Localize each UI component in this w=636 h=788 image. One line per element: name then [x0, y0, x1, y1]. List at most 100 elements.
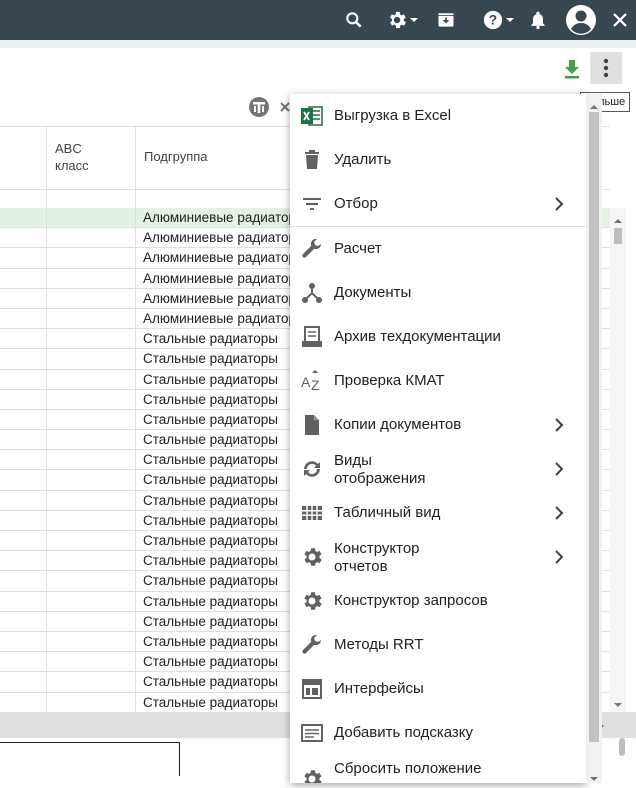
column-divider	[46, 450, 47, 470]
settings-menu-button[interactable]	[382, 8, 424, 32]
column-divider	[135, 288, 136, 308]
column-divider	[46, 692, 47, 712]
subgroup-cell: Стальные радиаторы	[143, 351, 279, 367]
menu-item-check-kmat[interactable]: AZ Проверка КМАТ	[290, 359, 586, 403]
gear-icon	[300, 545, 324, 569]
table-scrollbar[interactable]	[610, 208, 626, 712]
column-divider	[135, 228, 136, 248]
column-divider	[135, 349, 136, 369]
menu-item-reset-position[interactable]: Сбросить положение	[290, 755, 586, 783]
scroll-down-icon[interactable]	[590, 770, 598, 788]
column-header-abc[interactable]: ABC класс	[55, 140, 89, 174]
subgroup-cell: Стальные радиаторы	[143, 694, 279, 710]
more-vert-icon[interactable]	[590, 52, 622, 84]
menu-item-calculation[interactable]: Расчет	[290, 227, 586, 271]
view-cycle-icon	[300, 457, 324, 481]
subgroup-cell: Алюминиевые радиаторы	[143, 250, 306, 266]
column-divider	[46, 268, 47, 288]
detail-scrollbar[interactable]	[616, 736, 628, 776]
menu-item-rrt-methods[interactable]: Методы RRT	[290, 623, 586, 667]
top-app-bar: ?	[0, 0, 636, 40]
column-divider	[46, 248, 47, 268]
subgroup-cell: Алюминиевые радиаторы	[143, 230, 306, 246]
chevron-right-icon	[552, 547, 566, 567]
subgroup-cell: Стальные радиаторы	[143, 331, 279, 347]
column-divider	[135, 571, 136, 591]
column-divider	[46, 329, 47, 349]
gear-icon	[300, 767, 324, 783]
column-divider	[135, 510, 136, 530]
account-icon[interactable]	[564, 3, 598, 37]
column-divider	[135, 531, 136, 551]
column-divider	[46, 288, 47, 308]
menu-item-table-view[interactable]: Табличный вид	[290, 491, 586, 535]
column-divider	[135, 450, 136, 470]
chevron-right-icon	[552, 415, 566, 435]
column-divider	[135, 551, 136, 571]
hint-icon	[300, 721, 324, 745]
detail-field[interactable]	[0, 742, 180, 776]
chevron-right-icon	[552, 194, 566, 214]
filter-icon	[300, 192, 324, 216]
column-divider	[135, 490, 136, 510]
menu-scrollbar-thumb[interactable]	[589, 112, 599, 742]
subgroup-cell: Стальные радиаторы	[143, 371, 279, 387]
column-divider	[46, 672, 47, 692]
column-settings-icon[interactable]	[248, 96, 270, 118]
menu-item-label: Удалить	[334, 151, 392, 168]
help-menu-button[interactable]: ?	[478, 8, 520, 32]
column-divider	[135, 389, 136, 409]
clear-filter-icon[interactable]	[280, 98, 290, 118]
subgroup-cell: Стальные радиаторы	[143, 654, 279, 670]
subgroup-cell: Алюминиевые радиаторы	[143, 210, 306, 225]
menu-item-delete[interactable]: Удалить	[290, 138, 586, 182]
chevron-right-icon	[552, 503, 566, 523]
subgroup-cell: Стальные радиаторы	[143, 452, 279, 468]
menu-item-export-excel[interactable]: Выгрузка в Excel	[290, 94, 586, 138]
menu-item-add-hint[interactable]: Добавить подсказку	[290, 711, 586, 755]
menu-item-query-builder[interactable]: Конструктор запросов	[290, 579, 586, 623]
bell-icon[interactable]	[526, 8, 550, 32]
menu-item-report-builder[interactable]: Конструктор отчетов	[290, 535, 586, 579]
column-divider	[46, 409, 47, 430]
gear-icon	[300, 589, 324, 613]
menu-item-label: Конструктор отчетов	[334, 540, 420, 576]
scrollbar-thumb[interactable]	[614, 228, 622, 244]
column-divider	[46, 531, 47, 551]
download-icon[interactable]	[562, 58, 584, 82]
menu-item-label: Табличный вид	[334, 504, 441, 521]
menu-item-filter[interactable]: Отбор	[290, 182, 586, 226]
column-divider	[46, 490, 47, 510]
menu-item-documents[interactable]: Документы	[290, 271, 586, 315]
column-divider	[135, 591, 136, 611]
gear-icon	[390, 11, 406, 29]
svg-text:Z: Z	[311, 377, 320, 393]
column-divider	[135, 672, 136, 692]
column-divider	[135, 369, 136, 389]
subgroup-cell: Стальные радиаторы	[143, 593, 279, 609]
menu-item-label: Документы	[334, 284, 412, 301]
subgroup-cell: Стальные радиаторы	[143, 391, 279, 407]
svg-text:?: ?	[489, 13, 497, 28]
column-divider	[46, 430, 47, 450]
menu-item-display-views[interactable]: Виды отображения	[290, 447, 586, 491]
search-icon[interactable]	[342, 8, 366, 32]
subgroup-cell: Стальные радиаторы	[143, 613, 279, 629]
column-divider	[46, 631, 47, 652]
column-divider	[46, 510, 47, 530]
menu-item-interfaces[interactable]: Интерфейсы	[290, 667, 586, 711]
column-header-subgroup[interactable]: Подгруппа	[144, 148, 208, 165]
menu-item-label: Выгрузка в Excel	[334, 107, 452, 124]
menu-scrollbar[interactable]	[586, 94, 602, 783]
menu-item-tech-archive[interactable]: Архив техдокументации	[290, 315, 586, 359]
subgroup-cell: Стальные радиаторы	[143, 512, 279, 528]
close-icon[interactable]	[608, 8, 632, 32]
menu-item-label: Конструктор запросов	[334, 592, 488, 609]
menu-item-document-copies[interactable]: Копии документов	[290, 403, 586, 447]
subgroup-cell: Алюминиевые радиаторы	[143, 310, 306, 326]
archive-icon[interactable]	[434, 8, 458, 32]
column-divider	[46, 591, 47, 611]
archive-docs-icon	[300, 325, 324, 349]
menu-item-label: Сбросить положение	[334, 760, 482, 777]
layout-icon	[300, 677, 324, 701]
